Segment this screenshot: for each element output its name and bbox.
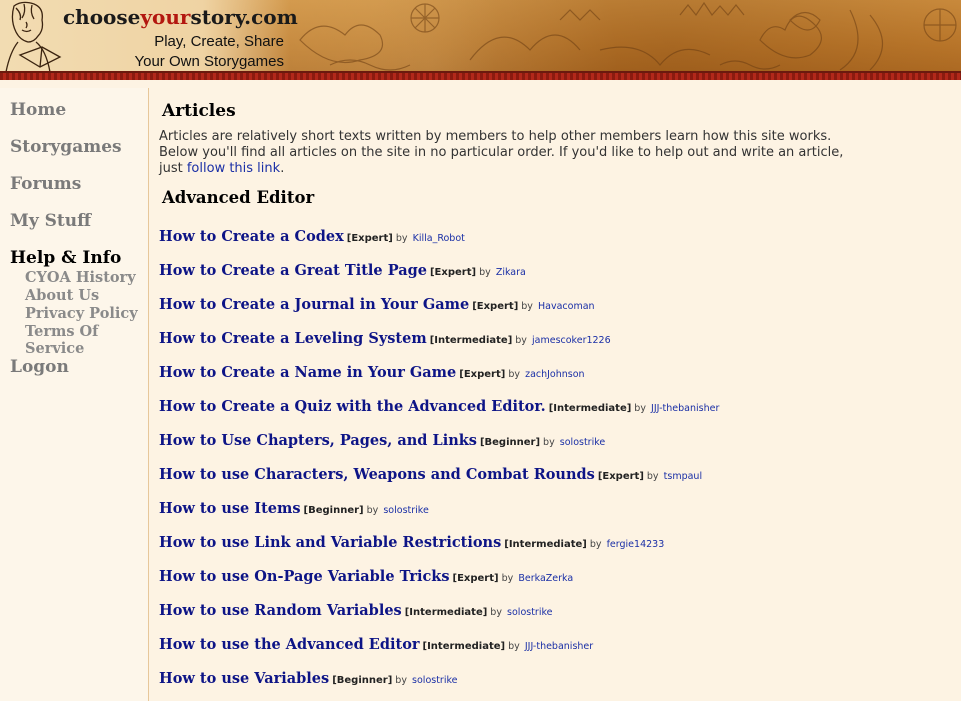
level-badge: [Beginner] [303,505,364,516]
article-row: How to use On-Page Variable Tricks [Exper… [159,566,573,585]
section-title: Advanced Editor [162,188,315,207]
level-badge: [Intermediate] [429,335,513,346]
author-link[interactable]: zachJohnson [525,369,585,380]
sidebar-item-forums[interactable]: Forums [10,174,81,194]
reader-portrait-icon [5,1,62,73]
article-link[interactable]: How to use Random Variables [159,602,402,619]
article-row: How to use Characters, Weapons and Comba… [159,464,702,483]
sidebar-item-help-info[interactable]: Help & Info [10,248,121,268]
site-logo[interactable]: chooseyourstory.com [63,5,298,29]
article-link[interactable]: How to use the Advanced Editor [159,636,420,653]
level-badge: [Expert] [429,267,477,278]
article-row: How to use Random Variables [Intermediate… [159,600,553,619]
by-label: by [646,471,659,482]
follow-link[interactable]: follow this link [187,161,280,176]
level-badge: [Intermediate] [548,403,632,414]
article-row: How to Create a Journal in Your Game [Exp… [159,294,595,313]
by-label: by [490,607,502,618]
article-row: How to Use Chapters, Pages, and Links [Be… [159,430,605,449]
header-border [0,73,961,80]
by-label: by [521,301,533,312]
article-row: How to Create a Quiz with the Advanced E… [159,396,719,415]
by-label: by [395,233,408,244]
author-link[interactable]: Zikara [496,267,526,278]
by-label: by [479,267,491,278]
author-link[interactable]: solostrike [383,505,428,516]
sidebar-item-logon[interactable]: Logon [10,357,69,377]
page-title: Articles [162,101,236,121]
sidebar-item-my-stuff[interactable]: My Stuff [10,211,91,231]
level-badge: [Intermediate] [422,641,506,652]
article-row: How to Create a Great Title Page [Expert]… [159,260,526,279]
level-badge: [Beginner] [332,675,393,686]
sidebar-subitem-privacy-policy[interactable]: Privacy Policy [25,305,138,322]
level-badge: [Expert] [346,233,393,244]
article-link[interactable]: How to Create a Journal in Your Game [159,296,469,313]
article-link[interactable]: How to use On-Page Variable Tricks [159,568,450,585]
by-label: by [395,675,407,686]
site-tagline: Play, Create, Share Your Own Storygames [134,33,284,70]
author-link[interactable]: solostrike [412,675,457,686]
author-link[interactable]: solostrike [560,437,605,448]
article-link[interactable]: How to Create a Quiz with the Advanced E… [159,398,546,415]
level-badge: [Intermediate] [504,539,587,550]
author-link[interactable]: jamescoker1226 [532,335,611,346]
sidebar-item-storygames[interactable]: Storygames [10,137,122,157]
by-label: by [508,369,520,380]
by-label: by [543,437,555,448]
article-link[interactable]: How to Use Chapters, Pages, and Links [159,432,477,449]
author-link[interactable]: solostrike [507,607,552,618]
level-badge: [Intermediate] [404,607,488,618]
level-badge: [Expert] [472,301,519,312]
sidebar-subitem-terms-of-service[interactable]: Terms Of Service [25,323,148,357]
article-row: How to Create a Codex [Expert] by Killa_Ro… [159,226,465,245]
author-link[interactable]: tsmpaul [664,471,702,482]
article-link[interactable]: How to use Characters, Weapons and Comba… [159,466,595,483]
article-link[interactable]: How to Create a Codex [159,228,344,245]
article-link[interactable]: How to Create a Name in Your Game [159,364,456,381]
author-link[interactable]: BerkaZerka [518,573,573,584]
article-row: How to use Variables [Beginner] by solostr… [159,668,458,687]
author-link[interactable]: Killa_Robot [413,233,465,244]
level-badge: [Expert] [452,573,499,584]
article-row: How to Create a Leveling System [Intermed… [159,328,611,347]
site-header: chooseyourstory.com Play, Create, Share … [0,0,961,80]
article-link[interactable]: How to Create a Leveling System [159,330,427,347]
sidebar-subitem-cyoa-history[interactable]: CYOA History [25,269,136,286]
by-label: by [508,641,520,652]
level-badge: [Beginner] [479,437,541,448]
intro-paragraph: Articles are relatively short texts writ… [159,129,844,176]
level-badge: [Expert] [597,471,644,482]
by-label: by [515,335,527,346]
article-link[interactable]: How to use Items [159,500,301,517]
by-label: by [501,573,514,584]
level-badge: [Expert] [459,369,506,380]
by-label: by [634,403,646,414]
author-link[interactable]: Havacoman [538,301,595,312]
article-row: How to use Items [Beginner] by solostrike [159,498,429,517]
article-link[interactable]: How to use Variables [159,670,329,687]
sidebar-nav: Home Storygames Forums My Stuff Help & I… [0,88,149,701]
by-label: by [366,505,379,516]
author-link[interactable]: JJJ-thebanisher [651,403,719,414]
article-link[interactable]: How to use Link and Variable Restriction… [159,534,501,551]
author-link[interactable]: fergie14233 [607,539,665,550]
article-row: How to use Link and Variable Restriction… [159,532,664,551]
article-link[interactable]: How to Create a Great Title Page [159,262,427,279]
sidebar-subitem-about-us[interactable]: About Us [25,287,99,304]
article-row: How to use the Advanced Editor [Intermedi… [159,634,593,653]
sidebar-item-home[interactable]: Home [10,100,66,120]
article-row: How to Create a Name in Your Game [Expert… [159,362,585,381]
author-link[interactable]: JJJ-thebanisher [525,641,593,652]
by-label: by [589,539,602,550]
